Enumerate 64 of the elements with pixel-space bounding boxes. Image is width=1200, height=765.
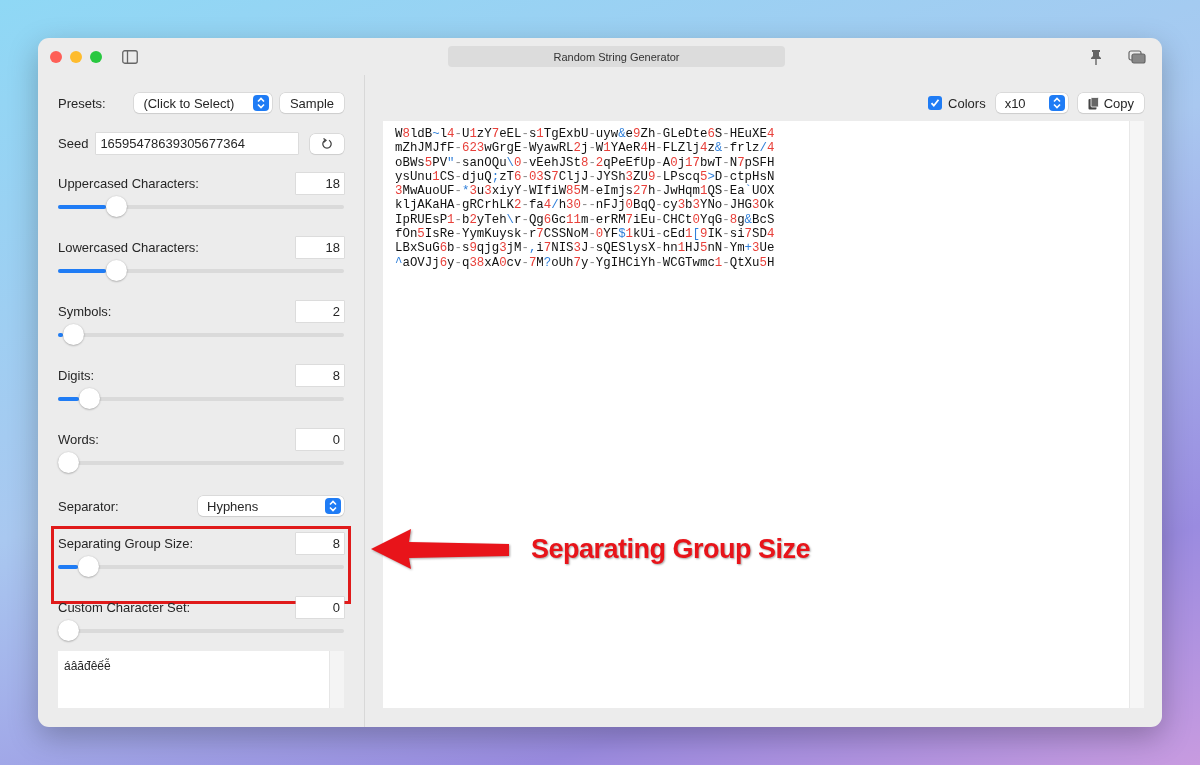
slider-track[interactable] xyxy=(58,620,344,641)
slider-thumb[interactable] xyxy=(63,324,85,345)
slider-thumb[interactable] xyxy=(77,556,99,577)
slider-label: Uppercased Characters: xyxy=(58,176,199,191)
count-dropdown[interactable]: x10 xyxy=(995,93,1068,113)
windows-icon[interactable] xyxy=(1128,49,1146,64)
pin-icon[interactable] xyxy=(1090,48,1102,65)
value-field[interactable]: 18 xyxy=(296,237,344,258)
separator-dropdown[interactable]: Hyphens xyxy=(198,496,344,516)
seed-label: Seed xyxy=(58,136,89,151)
sample-button[interactable]: Sample xyxy=(279,93,344,113)
stepper-icon xyxy=(1048,95,1065,111)
output-line: LBxSuG6b-s9qjg3jM-,i7NIS3J-sQESlysX-hn1HJ5nN-Ym+3Ue xyxy=(395,241,775,256)
slider-track[interactable] xyxy=(58,452,344,473)
arrow-icon xyxy=(371,527,511,571)
stepper-icon xyxy=(325,498,341,514)
slider-track[interactable] xyxy=(58,324,344,345)
stepper-icon xyxy=(252,95,269,111)
slider-track[interactable] xyxy=(58,388,344,409)
slider-label: Symbols: xyxy=(58,304,112,319)
slider-thumb[interactable] xyxy=(58,452,79,473)
slider-thumb[interactable] xyxy=(79,388,101,409)
output-line: ysUnu1CS-djuQ;zT6-03S7CljJ-JYSh3ZU9-LPscq5>D-ctpHsN xyxy=(395,169,775,184)
close-button[interactable] xyxy=(50,50,62,63)
output-line: mZhJMJfF-623wGrgE-WyawRL2j-W1YAeR4H-FLZlj4z&-frlz/4 xyxy=(395,141,775,156)
value-field[interactable]: 2 xyxy=(296,301,344,322)
value-field[interactable]: 0 xyxy=(296,429,344,450)
output-line: 3MwAuoUF-*3u3xiyY-WIfiW85M-eImjs27h-JwHqm1QS-Ea`UOX xyxy=(395,184,775,199)
slider-label: Separating Group Size: xyxy=(58,536,194,551)
sidebar-toggle-icon[interactable] xyxy=(122,49,138,64)
slider-label: Custom Character Set: xyxy=(58,600,191,615)
output-line: W8ldB~l4-U1zY7eEL-s1TgExbU-uyw&e9Zh-GLeDte6S-HEuXE4 xyxy=(395,127,775,142)
slider-thumb[interactable] xyxy=(58,620,79,641)
value-field[interactable]: 0 xyxy=(296,597,344,618)
clipboard-icon xyxy=(1087,96,1099,110)
minimize-button[interactable] xyxy=(70,50,82,63)
slider-label: Digits: xyxy=(58,368,95,383)
separator-label: Separator: xyxy=(58,498,119,514)
refresh-icon xyxy=(321,137,334,150)
slider-thumb[interactable] xyxy=(105,260,127,281)
slider-label: Lowercased Characters: xyxy=(58,240,199,255)
zoom-button[interactable] xyxy=(90,50,102,63)
slider-track[interactable] xyxy=(58,556,344,577)
output-line: IpRUEsP1-b2yTeh\r-Qg6Gc11m-erRM7iEu-CHCt0YqG-8g&BcS xyxy=(395,212,775,228)
window-title: Random String Generator xyxy=(448,46,785,67)
output-line: fOn5IsRe-YymKuysk-r7CSSNoM-0YF$1kUi-cEd1[9IK-si7SD4 xyxy=(395,227,775,242)
value-field[interactable]: 18 xyxy=(296,173,344,194)
colors-checkbox[interactable]: Colors xyxy=(928,95,986,111)
seed-field[interactable]: 16595478639305677364 xyxy=(96,133,299,154)
slider-track[interactable] xyxy=(58,260,344,281)
slider-track[interactable] xyxy=(58,196,344,217)
value-field[interactable]: 8 xyxy=(296,365,344,386)
slider-thumb[interactable] xyxy=(105,196,127,217)
copy-button[interactable]: Copy xyxy=(1077,93,1144,113)
output-line: ^aOVJj6y-q38xA0cv-7M?oUh7y-YgIHCiYh-WCGTwmc1-QtXu5H xyxy=(395,255,775,270)
output-line: oBWs5PV"-sanOQu\0-vEehJSt8-2qPeEfUp-A0j17bwT-N7pSFH xyxy=(395,155,775,170)
annotation-label: Separating Group Size xyxy=(531,533,811,565)
presets-label: Presets: xyxy=(58,95,107,111)
value-field[interactable]: 8 xyxy=(296,533,344,554)
scrollbar[interactable] xyxy=(329,651,344,708)
output-line: kljAKaHA-gRCrhLK2-fa4/h30--nFJj0BqQ-cy3b3YNo-JHG3Ok xyxy=(395,198,775,213)
slider-label: Words: xyxy=(58,432,99,447)
presets-dropdown[interactable]: (Click to Select) xyxy=(134,93,272,113)
reset-button[interactable] xyxy=(310,133,344,154)
